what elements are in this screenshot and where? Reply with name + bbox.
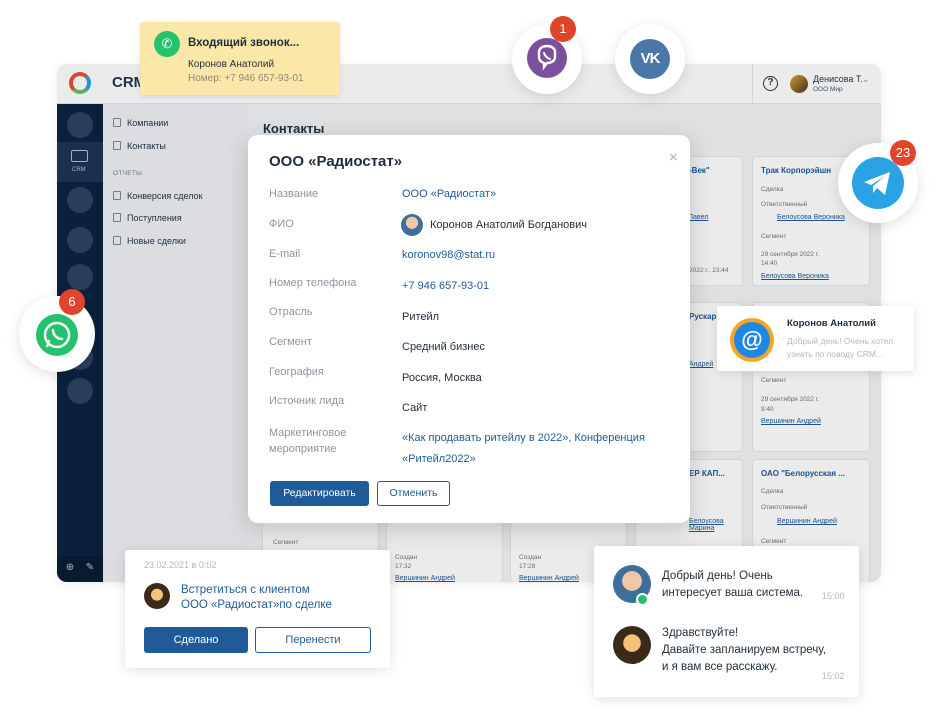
chat-message-time: 15:00 xyxy=(822,591,845,601)
field-value-fio: Коронов Анатолий Богданович xyxy=(430,219,587,231)
field-label-lead-source: Источник лида xyxy=(269,395,345,407)
call-title: Входящий звонок... xyxy=(188,37,300,49)
field-value-segment: Средний бизнес xyxy=(402,341,485,353)
field-label-name: Название xyxy=(269,188,319,200)
task-text[interactable]: Встретиться с клиентом ООО «Радиостат»по… xyxy=(181,583,332,613)
field-label-event-line2: мероприятие xyxy=(269,443,337,455)
viber-icon xyxy=(527,38,567,78)
viber-glyph xyxy=(537,44,557,71)
telegram-unread-badge: 23 xyxy=(890,140,916,166)
reschedule-button[interactable]: Перенести xyxy=(255,627,371,653)
chat-message-line: Давайте запланируем встречу, xyxy=(662,644,827,656)
email-notification[interactable]: @ Коронов Анатолий Добрый день! Очень хо… xyxy=(717,306,914,371)
whatsapp-mini-icon xyxy=(636,593,649,606)
field-value-geography: Россия, Москва xyxy=(402,372,482,384)
chat-message-line: Добрый день! Очень xyxy=(662,570,773,582)
chat-message-line: Здравствуйте! xyxy=(662,627,739,639)
phone-icon: ✆ xyxy=(154,31,180,57)
vk-button[interactable]: VK xyxy=(615,24,685,94)
chat-message-time: 15:02 xyxy=(822,671,845,681)
field-value-industry: Ритейл xyxy=(402,311,440,323)
whatsapp-unread-badge: 6 xyxy=(59,289,85,315)
field-label-email: E-mail xyxy=(269,248,301,260)
at-sign-icon: @ xyxy=(734,322,770,358)
whatsapp-glyph xyxy=(43,321,71,349)
field-label-phone: Номер телефона xyxy=(269,277,357,289)
task-card: 23.02.2021 в 0:02 Встретиться с клиентом… xyxy=(125,550,390,668)
field-value-event-line1[interactable]: «Как продавать ритейлу в 2022», Конферен… xyxy=(402,432,645,444)
avatar xyxy=(144,583,170,609)
task-date: 23.02.2021 в 0:02 xyxy=(144,560,217,570)
field-label-event-line1: Маркетинговое xyxy=(269,427,347,439)
incoming-call-card[interactable]: ✆ Входящий звонок... Коронов Анатолий Но… xyxy=(140,22,340,95)
chat-message-line: и я вам все расскажу. xyxy=(662,661,778,673)
field-value-name[interactable]: ООО «Радиостат» xyxy=(402,188,496,200)
task-text-line1: Встретиться с клиентом xyxy=(181,584,310,596)
modal-title: ООО «Радиостат» xyxy=(269,153,403,170)
field-label-fio: ФИО xyxy=(269,218,294,230)
close-icon[interactable]: × xyxy=(669,149,678,166)
contact-modal: ООО «Радиостат» × Название ООО «Радиоста… xyxy=(248,135,690,523)
task-text-line2: ООО «Радиостат»по сделке xyxy=(181,599,332,611)
vk-icon: VK xyxy=(630,39,670,79)
viber-unread-badge: 1 xyxy=(550,16,576,42)
chat-message-line: интересует ваша система. xyxy=(662,587,804,599)
chat-card: Добрый день! Очень интересует ваша систе… xyxy=(594,546,859,697)
field-value-phone[interactable]: +7 946 657-93-01 xyxy=(402,280,489,292)
caller-name: Коронов Анатолий xyxy=(188,59,275,70)
field-label-geography: География xyxy=(269,366,324,378)
field-value-event-line2[interactable]: «Ритейл2022» xyxy=(402,453,476,465)
avatar xyxy=(613,626,651,664)
caller-number: Номер: +7 946 657-93-01 xyxy=(188,73,304,84)
edit-button[interactable]: Редактировать xyxy=(270,481,369,506)
field-label-segment: Сегмент xyxy=(269,336,312,348)
email-preview: Добрый день! Очень хотел узнать по повод… xyxy=(787,336,894,359)
whatsapp-icon xyxy=(36,314,78,356)
cancel-button[interactable]: Отменить xyxy=(377,481,450,506)
field-value-email[interactable]: koronov98@stat.ru xyxy=(402,249,495,261)
telegram-plane-glyph xyxy=(864,172,890,195)
email-icon: @ xyxy=(730,318,774,362)
field-label-industry: Отрасль xyxy=(269,306,313,318)
telegram-icon xyxy=(852,157,904,209)
done-button[interactable]: Сделано xyxy=(144,627,248,653)
chat-message-1: Добрый день! Очень интересует ваша систе… xyxy=(662,568,803,602)
chat-message-2: Здравствуйте! Давайте запланируем встреч… xyxy=(662,625,826,676)
field-value-lead-source: Сайт xyxy=(402,402,428,414)
email-sender: Коронов Анатолий xyxy=(787,318,876,329)
contact-avatar xyxy=(401,214,423,236)
